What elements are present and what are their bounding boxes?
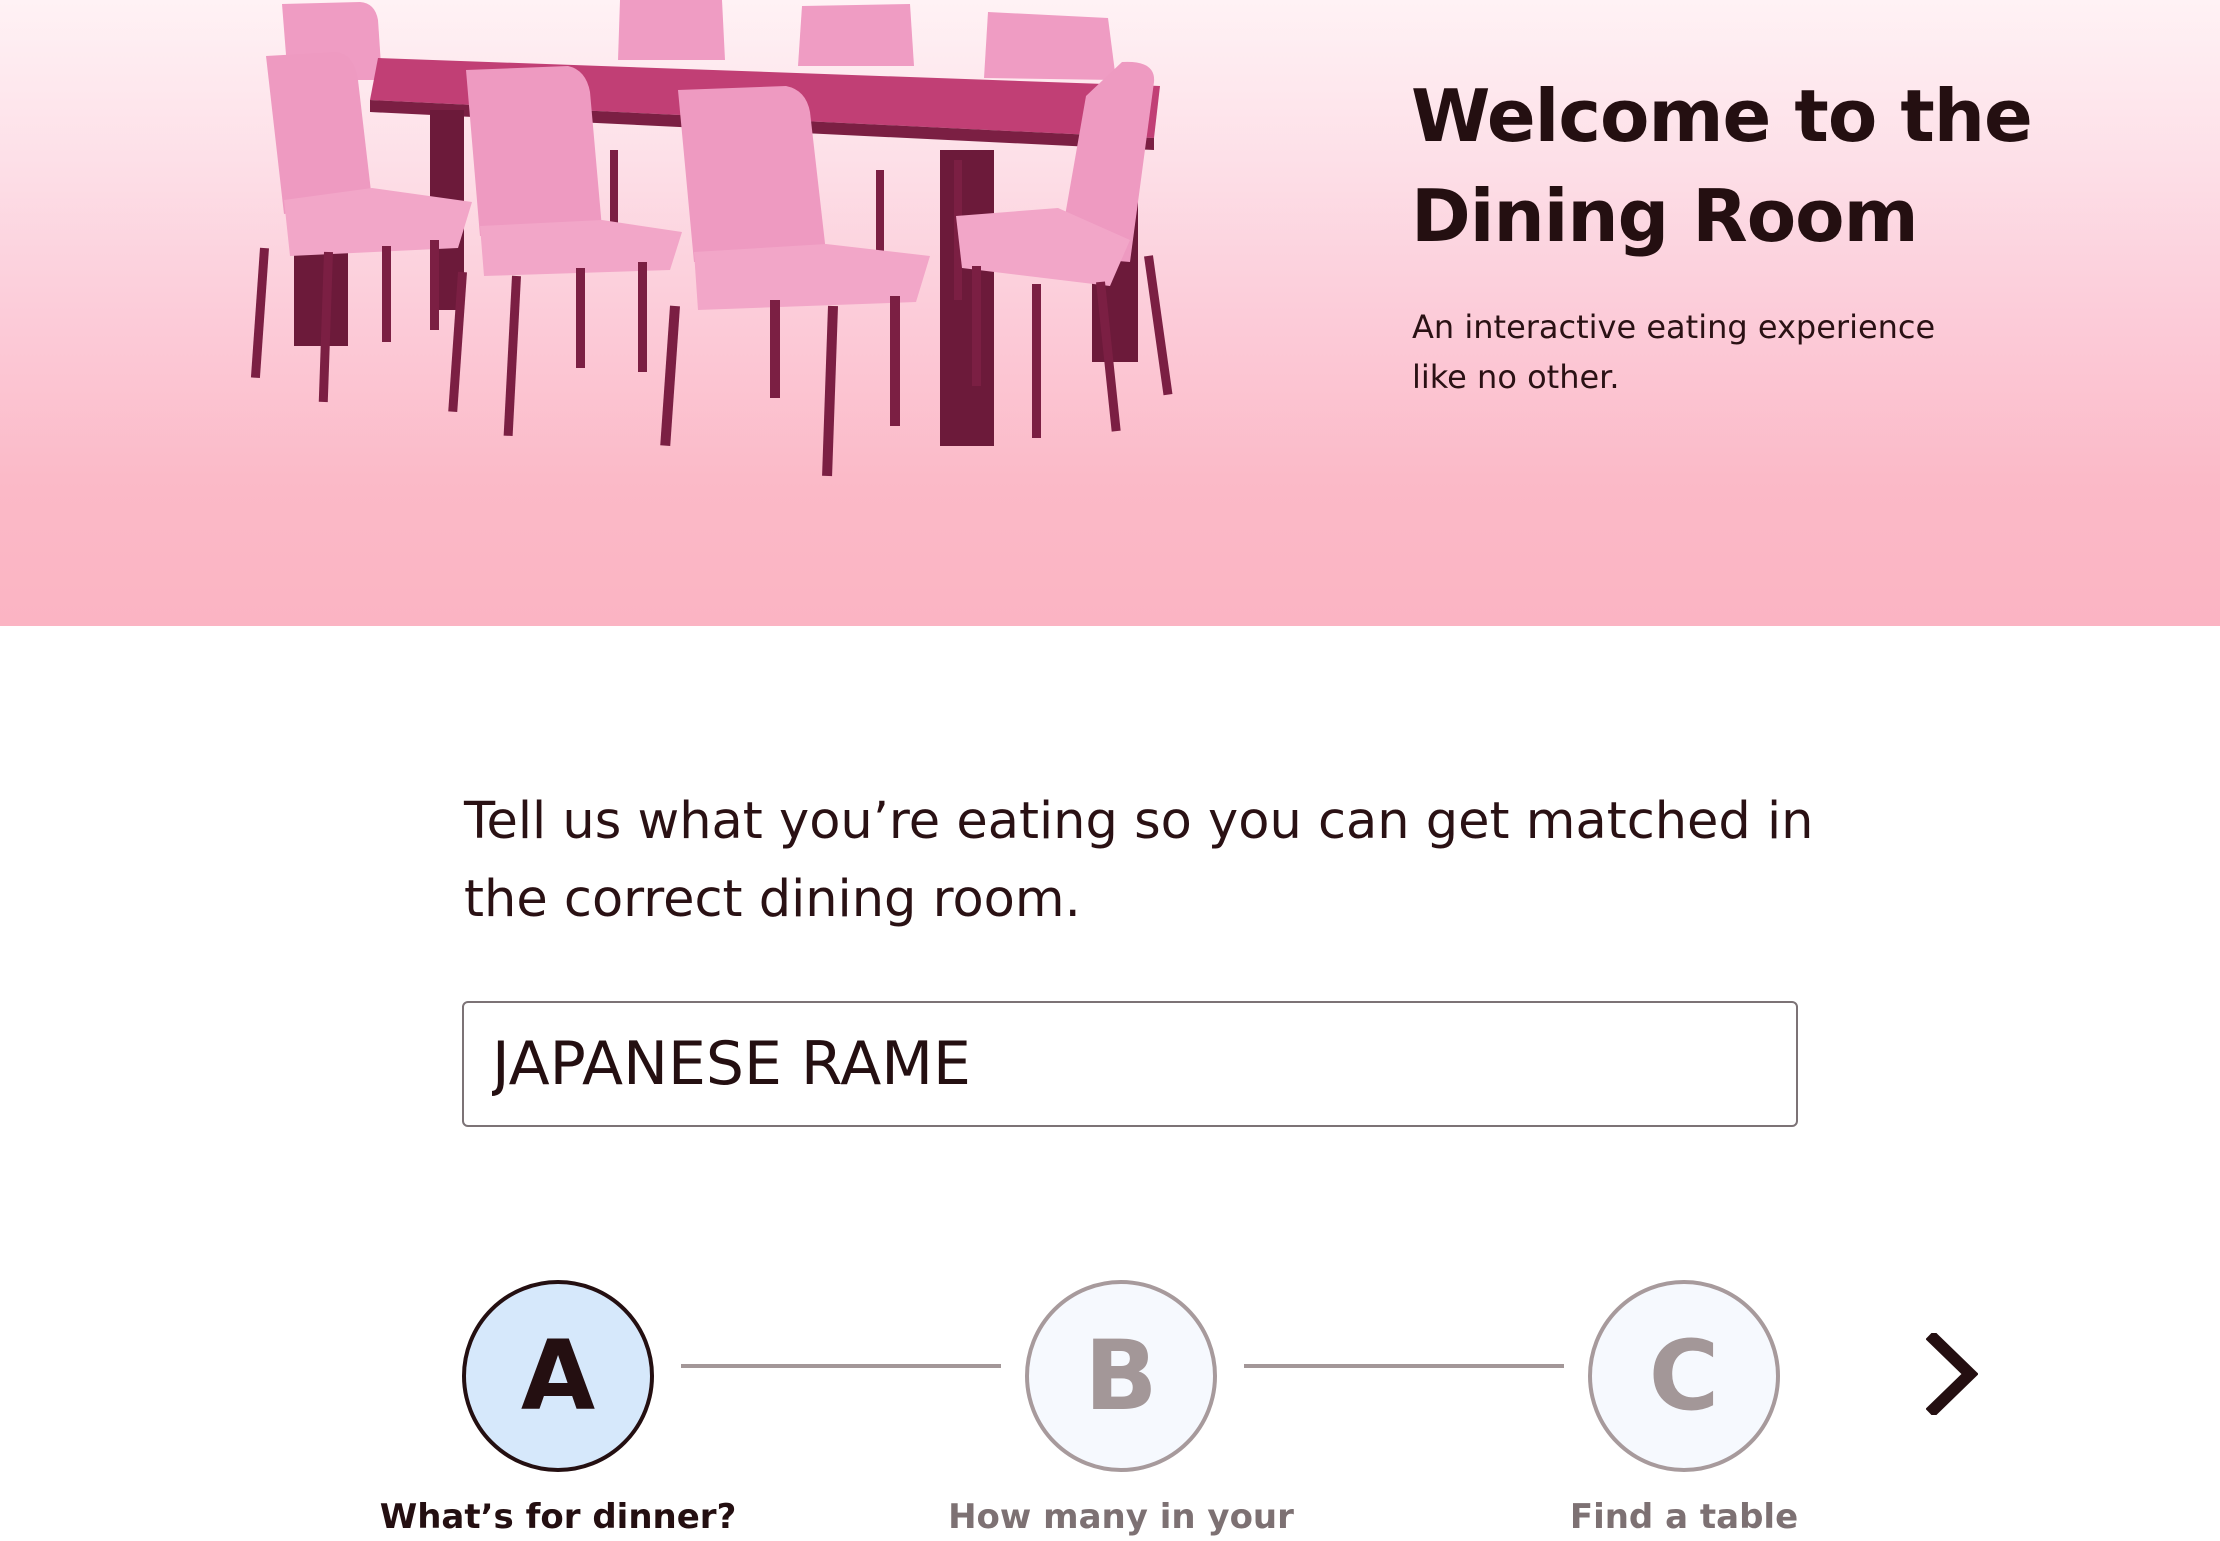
hero-title: Welcome to the Dining Room <box>1411 74 2033 258</box>
hero-subtitle: An interactive eating experience like no… <box>1412 308 1936 396</box>
hero-banner: Welcome to the Dining Room An interactiv… <box>0 0 2220 626</box>
step-c-circle[interactable]: C <box>1588 1280 1780 1472</box>
step-connector <box>681 1364 1001 1368</box>
step-b-circle[interactable]: B <box>1025 1280 1217 1472</box>
step-a-label: What’s for dinner? <box>379 1497 737 1537</box>
step-a-circle[interactable]: A <box>462 1280 654 1472</box>
chevron-right-icon <box>1926 1333 1978 1415</box>
step-connector <box>1244 1364 1564 1368</box>
food-prompt: Tell us what you’re eating so you can ge… <box>464 792 1814 929</box>
dining-table-illustration <box>250 0 1173 477</box>
next-button[interactable] <box>1912 1328 1992 1420</box>
step-b-label: How many in your <box>948 1497 1294 1537</box>
step-c-label: Find a table <box>1569 1497 1799 1537</box>
food-input[interactable] <box>462 1001 1798 1127</box>
